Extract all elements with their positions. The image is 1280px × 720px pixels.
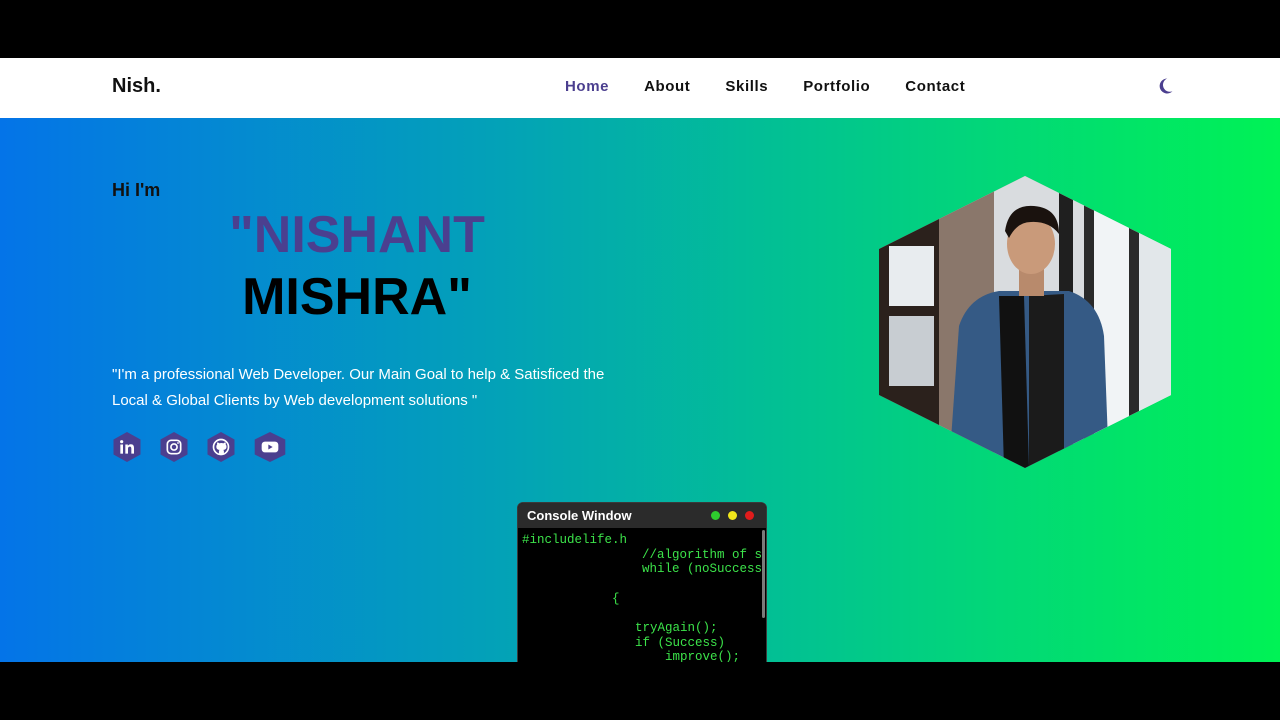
github-icon[interactable] [207, 432, 235, 462]
console-scrollbar[interactable] [762, 530, 765, 618]
code-line: tryAgain(); [635, 621, 718, 635]
letterbox-top [0, 0, 1280, 58]
console-body: #includelife.h //algorithm of s while (n… [518, 528, 766, 662]
nav-link-about[interactable]: About [644, 78, 690, 95]
social-links [112, 432, 304, 462]
greeting: Hi I'm [112, 180, 161, 200]
nav-links: Home About Skills Portfolio Contact [565, 78, 1000, 95]
tagline: "I'm a professional Web Developer. Our M… [112, 366, 605, 409]
nav-link-portfolio[interactable]: Portfolio [803, 78, 870, 95]
code-line: improve(); [665, 650, 741, 662]
code-line: #includelife.h [522, 533, 628, 547]
console-titlebar: Console Window [518, 503, 766, 528]
console-window: Console Window #includelife.h //algorith… [517, 502, 767, 662]
code-line: while (noSuccess [642, 562, 763, 576]
hero-section: Hi I'm "NISHANT MISHRA" "I'm a professio… [0, 118, 1280, 662]
code-line: //algorithm of s [642, 548, 763, 562]
profile-photo [879, 176, 1171, 468]
youtube-icon[interactable] [254, 432, 286, 462]
minimize-dot[interactable] [728, 511, 737, 520]
moon-icon[interactable] [1156, 77, 1174, 95]
instagram-icon[interactable] [160, 432, 188, 462]
close-dot[interactable] [745, 511, 754, 520]
nav-link-skills[interactable]: Skills [725, 78, 768, 95]
code-line: { [612, 592, 620, 606]
maximize-dot[interactable] [711, 511, 720, 520]
nav-link-home[interactable]: Home [565, 78, 609, 95]
nav-link-contact[interactable]: Contact [905, 78, 965, 95]
name-first: "NISHANT [229, 206, 485, 264]
navbar: Nish. Home About Skills Portfolio Contac… [0, 58, 1280, 118]
linkedin-icon[interactable] [113, 432, 141, 462]
code-line: if (Success) [635, 636, 726, 650]
brand-logo[interactable]: Nish. [112, 75, 161, 98]
letterbox-bottom [0, 662, 1280, 720]
name-last: MISHRA" [242, 268, 472, 326]
hero-name: "NISHANT MISHRA" [112, 204, 602, 328]
console-title: Console Window [527, 508, 632, 523]
